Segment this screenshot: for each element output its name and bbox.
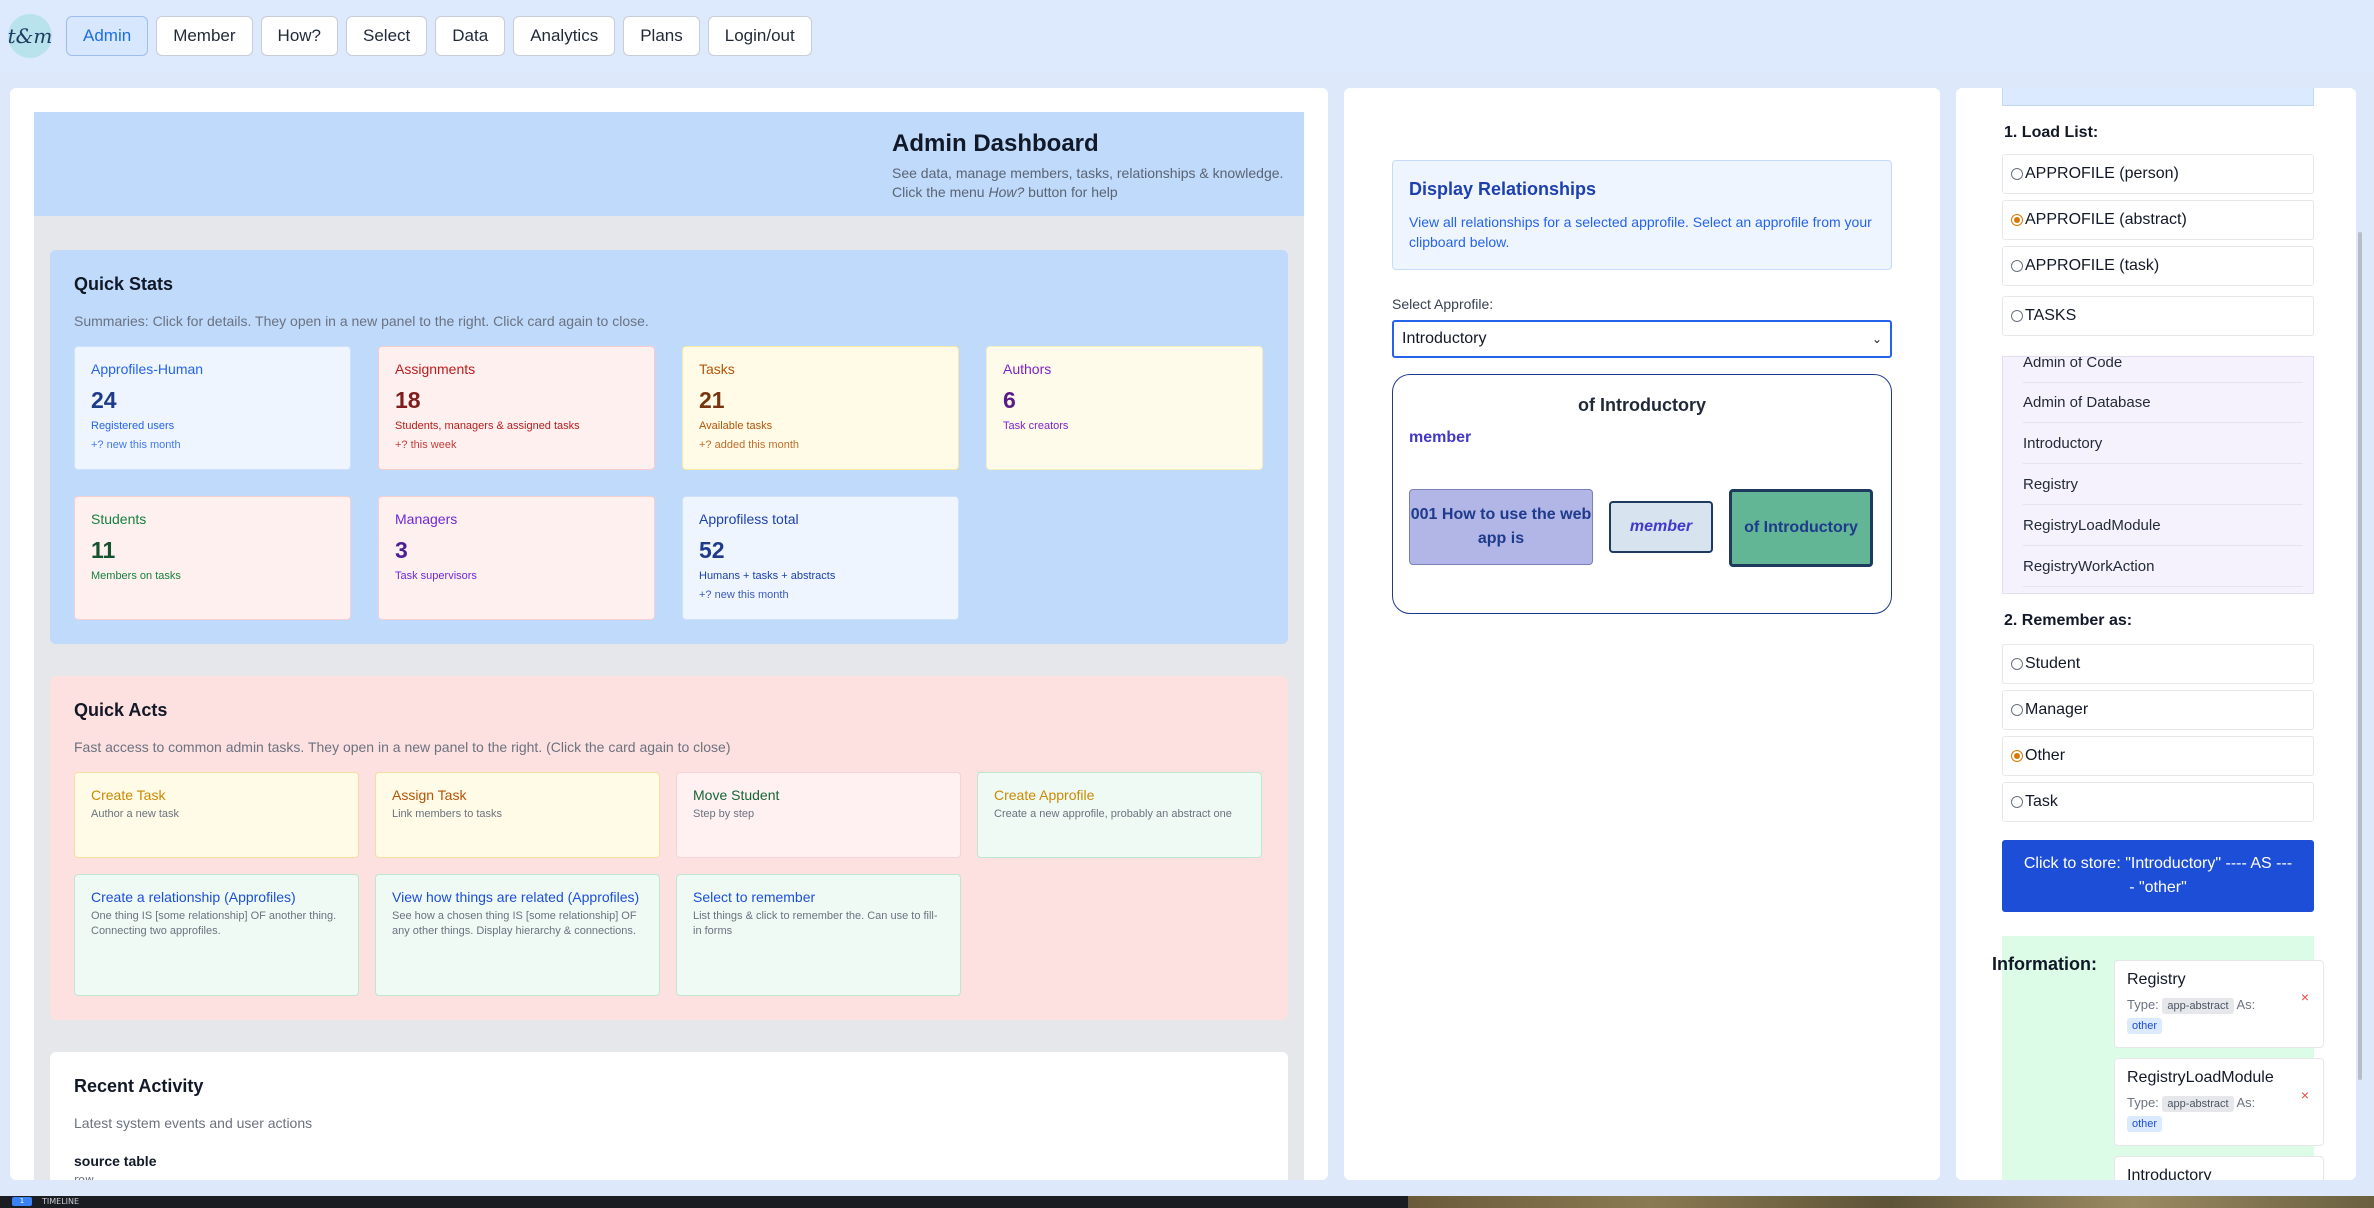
load-option-task[interactable]: APPROFILE (task): [2002, 246, 2314, 286]
taskbar-wallpaper: [1408, 1196, 2374, 1208]
stat-card-assignments[interactable]: Assignments 18 Students, managers & assi…: [378, 346, 655, 470]
nav-analytics-button[interactable]: Analytics: [513, 16, 616, 56]
taskbar: 1 TIMELINE: [0, 1196, 2374, 1208]
list-item[interactable]: Admin of Code: [2023, 357, 2303, 383]
stored-item-card[interactable]: Registry Type: app-abstract As: other ×: [2114, 960, 2324, 1048]
radio-icon[interactable]: [2011, 796, 2023, 808]
page-subtitle: See data, manage members, tasks, relatio…: [892, 165, 1284, 200]
relationships-info-box: Display Relationships View all relations…: [1392, 160, 1892, 270]
nav-admin-button[interactable]: Admin: [66, 16, 149, 56]
clipboard-panel: 1. Load List: APPROFILE (person) APPROFI…: [1956, 88, 2356, 1180]
recent-activity-section: Recent Activity Latest system events and…: [50, 1052, 1288, 1180]
stat-card-tasks[interactable]: Tasks 21 Available tasks +? added this m…: [682, 346, 959, 470]
logo-icon[interactable]: t&m: [8, 14, 52, 58]
stat-card-approfiles-human[interactable]: Approfiles-Human 24 Registered users +? …: [74, 346, 351, 470]
clipboard-top-box: [2002, 88, 2314, 106]
relationship-graph-member: member: [1409, 429, 1472, 446]
recent-activity-title: Recent Activity: [74, 1076, 204, 1096]
radio-icon[interactable]: [2011, 658, 2023, 670]
dashboard-body: Quick Stats Summaries: Click for details…: [34, 216, 1304, 1180]
chevron-down-icon: ⌄: [1871, 332, 1882, 346]
stat-card-authors[interactable]: Authors 6 Task creators: [986, 346, 1263, 470]
act-card-move-student[interactable]: Move Student Step by step: [676, 772, 961, 858]
select-approfile-dropdown[interactable]: Introductory ⌄: [1392, 320, 1892, 358]
relationship-node-relation[interactable]: member: [1609, 501, 1713, 553]
quick-stats-section: Quick Stats Summaries: Click for details…: [50, 250, 1288, 644]
load-option-tasks[interactable]: TASKS: [2002, 296, 2314, 336]
nav-how-button[interactable]: How?: [260, 16, 339, 56]
stored-item-card[interactable]: RegistryLoadModule Type: app-abstract As…: [2114, 1058, 2324, 1146]
load-list-label: 1. Load List:: [2004, 124, 2099, 141]
list-item[interactable]: RegistryLoadModule: [2023, 506, 2303, 546]
stored-item-card[interactable]: Introductory: [2114, 1156, 2324, 1180]
page-title: Admin Dashboard: [892, 130, 1099, 157]
relationship-graph-title: of Introductory: [1578, 395, 1706, 415]
select-approfile-value: Introductory: [1402, 330, 1487, 347]
act-card-assign-task[interactable]: Assign Task Link members to tasks: [375, 772, 660, 858]
relationships-panel: Display Relationships View all relations…: [1344, 88, 1940, 1180]
information-label: Information:: [1992, 954, 2097, 974]
act-card-create-relationship[interactable]: Create a relationship (Approfiles) One t…: [74, 874, 359, 996]
remember-option-task[interactable]: Task: [2002, 782, 2314, 822]
load-option-person[interactable]: APPROFILE (person): [2002, 154, 2314, 194]
relationships-card: Display Relationships View all relations…: [1368, 112, 1916, 640]
close-icon[interactable]: ×: [2301, 989, 2309, 1005]
relationships-desc: View all relationships for a selected ap…: [1409, 214, 1872, 250]
quick-acts-title: Quick Acts: [74, 700, 168, 720]
nav-login-button[interactable]: Login/out: [707, 16, 812, 56]
source-table-row: row: [74, 1173, 95, 1180]
remember-option-other[interactable]: Other: [2002, 736, 2314, 776]
stat-card-students[interactable]: Students 11 Members on tasks: [74, 496, 351, 620]
relationship-graph: of Introductory member 001 How to use th…: [1392, 374, 1892, 614]
quick-acts-section: Quick Acts Fast access to common admin t…: [50, 676, 1288, 1020]
top-nav: t&m Admin Member How? Select Data Analyt…: [0, 0, 2374, 72]
radio-icon[interactable]: [2011, 310, 2023, 322]
taskbar-timeline[interactable]: TIMELINE: [42, 1196, 79, 1208]
act-card-select-to-remember[interactable]: Select to remember List things & click t…: [676, 874, 961, 996]
quick-stats-title: Quick Stats: [74, 274, 174, 294]
nav-data-button[interactable]: Data: [435, 16, 506, 56]
dashboard-header: Admin Dashboard See data, manage members…: [34, 112, 1304, 216]
act-card-create-approfile[interactable]: Create Approfile Create a new approfile,…: [977, 772, 1262, 858]
quick-stats-desc: Summaries: Click for details. They open …: [74, 313, 649, 329]
radio-icon[interactable]: [2011, 260, 2023, 272]
nav-member-button[interactable]: Member: [156, 16, 253, 56]
list-item[interactable]: RegistryWorkAction: [2023, 547, 2303, 587]
radio-checked-icon[interactable]: [2011, 750, 2023, 762]
nav-select-button[interactable]: Select: [346, 16, 428, 56]
stat-card-approfiles-total[interactable]: Approfiless total 52 Humans + tasks + ab…: [682, 496, 959, 620]
radio-icon[interactable]: [2011, 704, 2023, 716]
page-scrollbar[interactable]: [2358, 232, 2362, 1080]
radio-icon[interactable]: [2011, 168, 2023, 180]
load-option-abstract[interactable]: APPROFILE (abstract): [2002, 200, 2314, 240]
relationship-node-subject[interactable]: 001 How to use the web app is: [1409, 489, 1593, 565]
relationship-node-object[interactable]: of Introductory: [1729, 489, 1873, 567]
close-icon[interactable]: ×: [2301, 1087, 2309, 1103]
radio-checked-icon[interactable]: [2011, 214, 2023, 226]
quick-acts-desc: Fast access to common admin tasks. They …: [74, 739, 731, 755]
taskbar-badge[interactable]: 1: [12, 1197, 32, 1206]
stat-card-managers[interactable]: Managers 3 Task supervisors: [378, 496, 655, 620]
loaded-list: Admin of Code Admin of Database Introduc…: [2002, 356, 2314, 594]
store-button[interactable]: Click to store: "Introductory" ---- AS -…: [2002, 840, 2314, 912]
act-card-create-task[interactable]: Create Task Author a new task: [74, 772, 359, 858]
relationships-title: Display Relationships: [1409, 179, 1597, 199]
act-card-view-relations[interactable]: View how things are related (Approfiles)…: [375, 874, 660, 996]
remember-option-student[interactable]: Student: [2002, 644, 2314, 684]
remember-option-manager[interactable]: Manager: [2002, 690, 2314, 730]
admin-dashboard-panel: Admin Dashboard See data, manage members…: [10, 88, 1328, 1180]
list-item[interactable]: Introductory: [2023, 424, 2303, 464]
select-approfile-label: Select Approfile:: [1392, 296, 1494, 312]
nav-plans-button[interactable]: Plans: [623, 16, 700, 56]
list-item[interactable]: Admin of Database: [2023, 383, 2303, 423]
list-item[interactable]: Registry: [2023, 465, 2303, 505]
source-table-title: source table: [74, 1153, 157, 1169]
remember-as-label: 2. Remember as:: [2004, 612, 2133, 629]
recent-activity-desc: Latest system events and user actions: [74, 1115, 313, 1131]
